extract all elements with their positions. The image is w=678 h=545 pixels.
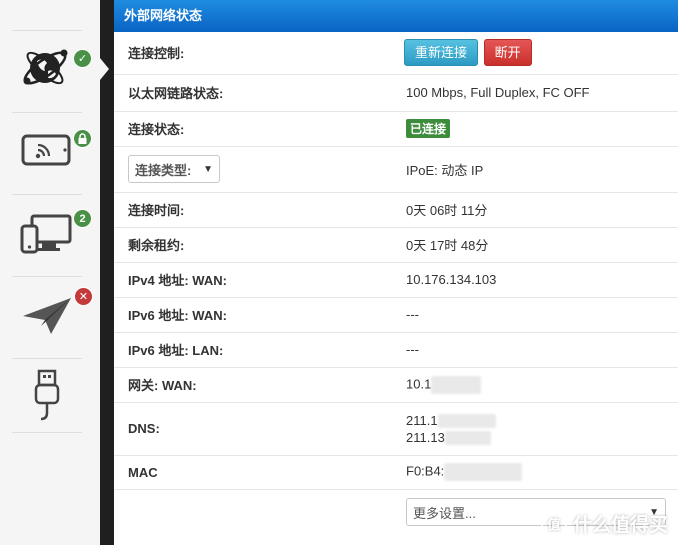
redacted-blur: [431, 375, 482, 394]
table-row: IPv6 地址: LAN: ---: [114, 332, 678, 368]
chevron-down-icon: ▼: [203, 163, 213, 175]
row-label: 网关: WAN:: [114, 367, 392, 403]
watermark: 值 什么值得买: [540, 510, 668, 537]
table-row: IPv4 地址: WAN: 10.176.134.103: [114, 262, 678, 298]
table-row: 剩余租约: 0天 17时 48分: [114, 227, 678, 263]
table-row: 网关: WAN: 10.1: [114, 367, 678, 403]
lock-badge-icon: [73, 129, 92, 148]
row-label: 连接时间:: [114, 192, 392, 228]
watermark-text: 什么值得买: [572, 515, 668, 536]
mac-value: F0:B4:: [406, 463, 445, 479]
row-label: DNS:: [114, 402, 392, 456]
gateway-value: 10.1: [406, 375, 432, 391]
panel-title: 外部网络状态: [114, 0, 678, 32]
disconnect-button[interactable]: 断开: [483, 39, 532, 67]
table-row: 以太网链路状态: 100 Mbps, Full Duplex, FC OFF: [114, 74, 678, 112]
table-row: IPv6 地址: WAN: ---: [114, 297, 678, 333]
row-label: 连接状态:: [114, 111, 392, 147]
select-label: 更多设置...: [413, 505, 476, 521]
reconnect-button[interactable]: 重新连接: [404, 39, 479, 67]
paper-plane-icon: [23, 297, 71, 334]
table-row: 连接状态: 已连接: [114, 111, 678, 147]
row-label: MAC: [114, 455, 392, 490]
row-label: IPv4 地址: WAN:: [114, 262, 392, 298]
redacted-blur: [437, 414, 496, 429]
table-row: MAC F0:B4:: [114, 455, 678, 490]
sidebar-item-usb[interactable]: [12, 358, 82, 432]
sidebar-item-internet[interactable]: ✓: [12, 30, 92, 104]
dns-secondary-value: 211.13: [406, 429, 445, 445]
redacted-blur: [444, 463, 523, 481]
sidebar: ✓ 2 ✕: [0, 0, 100, 545]
error-badge-icon: ✕: [74, 287, 93, 306]
row-label: IPv6 地址: WAN:: [114, 297, 392, 333]
sidebar-item-wireless[interactable]: [12, 112, 92, 186]
ipv6-wan-value: ---: [392, 297, 678, 333]
table-row: 连接时间: 0天 06时 11分: [114, 192, 678, 228]
globe-network-icon: [23, 49, 68, 84]
select-label: 连接类型:: [135, 162, 192, 178]
redacted-blur: [444, 431, 491, 446]
connection-type-select[interactable]: 连接类型: ▼: [128, 155, 220, 183]
row-label: 以太网链路状态:: [114, 74, 392, 112]
table-row: 连接控制: 重新连接 断开: [114, 32, 678, 75]
devices-icon: [20, 214, 72, 253]
ipv6-lan-value: ---: [392, 332, 678, 368]
sidebar-item-applications[interactable]: ✕: [12, 276, 93, 350]
dns-primary-value: 211.1: [406, 412, 438, 428]
clients-count-badge: 2: [73, 209, 92, 228]
sidebar-divider: [12, 432, 82, 433]
row-label: 连接控制:: [114, 32, 392, 75]
table-row: 连接类型: ▼ IPoE: 动态 IP: [114, 146, 678, 193]
wireless-tablet-icon: [21, 134, 71, 165]
ipv4-wan-value: 10.176.134.103: [392, 262, 678, 298]
connection-type-value: IPoE: 动态 IP: [392, 146, 678, 193]
lease-value: 0天 17时 48分: [392, 227, 678, 263]
uptime-value: 0天 06时 11分: [392, 192, 678, 228]
watermark-logo: 值: [540, 510, 567, 537]
sidebar-item-clients[interactable]: 2: [12, 194, 92, 268]
ethernet-status-value: 100 Mbps, Full Duplex, FC OFF: [392, 74, 678, 112]
check-badge-icon: ✓: [73, 49, 92, 68]
usb-icon: [34, 369, 60, 420]
connected-status-badge: 已连接: [406, 119, 451, 138]
row-label: IPv6 地址: LAN:: [114, 332, 392, 368]
table-row: DNS: 211.1 211.13: [114, 402, 678, 456]
wan-status-panel: 外部网络状态 连接控制: 重新连接 断开 以太网链路状态: 100 Mbps, …: [114, 0, 678, 545]
status-table: 连接控制: 重新连接 断开 以太网链路状态: 100 Mbps, Full Du…: [114, 32, 678, 535]
active-item-pointer: [100, 58, 109, 80]
row-label: 剩余租约:: [114, 227, 392, 263]
